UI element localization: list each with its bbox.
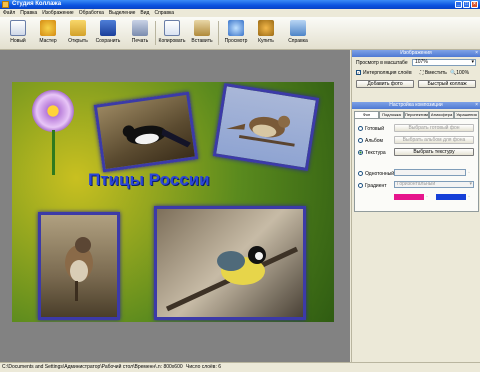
new-button[interactable]: Новый (4, 19, 32, 49)
new-document-icon (10, 20, 26, 36)
gradient-radio[interactable]: Градиент (358, 183, 387, 189)
collage-title[interactable]: Птицы России (88, 170, 210, 190)
sparrow-image (65, 237, 93, 301)
checkbox-checked-icon: ✓ (356, 70, 361, 76)
open-button[interactable]: Открыть (64, 19, 92, 49)
wizard-button[interactable]: Мастер (34, 19, 62, 49)
solid-color-field[interactable] (394, 169, 466, 176)
status-bar: C:\Documents and Settings\Администратор\… (0, 362, 480, 372)
photo-magpie[interactable] (93, 91, 199, 173)
tab-decorations[interactable]: Украшения (454, 111, 479, 118)
close-button[interactable]: × (471, 1, 478, 8)
copy-button[interactable]: Копировать (158, 19, 186, 49)
menu-process[interactable]: Обработка (79, 9, 104, 17)
album-radio[interactable]: Альбом (358, 138, 383, 144)
toolbar-separator (155, 21, 156, 45)
copy-icon (164, 20, 180, 36)
help-button[interactable]: Справка (284, 19, 312, 49)
menu-file[interactable]: Файл (3, 9, 15, 17)
menu-view[interactable]: Вид (140, 9, 149, 17)
save-button[interactable]: Сохранить (94, 19, 122, 49)
tab-background[interactable]: Фон (354, 111, 379, 118)
right-panel: Изображения × Просмотр в масштабе 107% ▾… (351, 50, 480, 362)
flower-stem (52, 130, 55, 175)
close-icon[interactable]: × (475, 50, 478, 57)
scale-select[interactable]: 107% ▾ (412, 59, 476, 66)
minimize-button[interactable]: _ (455, 1, 462, 8)
help-book-icon (290, 20, 306, 36)
window-title: Студия Коллажа (12, 1, 62, 7)
wizard-wand-icon (40, 20, 56, 36)
radio-selected-icon (358, 150, 363, 156)
buy-cart-icon (258, 20, 274, 36)
interpolate-checkbox[interactable]: ✓ Интерполяция слоёв (356, 70, 412, 76)
buy-button[interactable]: Купить (252, 19, 280, 49)
menu-select[interactable]: Выделение (109, 9, 136, 17)
preview-magnifier-icon (228, 20, 244, 36)
choose-ready-button[interactable]: Выбрать готовый фон (394, 124, 474, 132)
menu-image[interactable]: Изображение (42, 9, 74, 17)
images-panel-header: Изображения × (352, 50, 480, 57)
collage-canvas[interactable]: Птицы России (12, 82, 334, 322)
clipboard-paste-icon (194, 20, 210, 36)
status-layers: Число слоёв: 6 (186, 364, 222, 370)
toolbar: Новый Мастер Открыть Сохранить Печать Ко… (0, 17, 480, 50)
gradient-type-select[interactable]: Горизонтальный ▾ (394, 181, 474, 188)
status-path: C:\Documents and Settings\Администратор\… (2, 364, 183, 370)
choose-album-button[interactable]: Выбрать альбом для фона (394, 136, 474, 144)
texture-radio[interactable]: Текстура (358, 150, 386, 156)
tab-atmosphere[interactable]: Атмосфера (429, 111, 454, 118)
floppy-disk-icon (100, 20, 116, 36)
maximize-button[interactable]: □ (463, 1, 470, 8)
zoom-100-button[interactable]: 🔍100% (450, 70, 469, 76)
menu-edit[interactable]: Правка (20, 9, 37, 17)
chevron-down-icon: ▾ (469, 181, 472, 187)
fit-button[interactable]: ⛶ Вместить (420, 70, 447, 76)
gradient-color-2-swatch[interactable] (436, 194, 466, 200)
ready-radio[interactable]: Готовый (358, 126, 384, 132)
radio-icon (358, 138, 363, 144)
preview-button[interactable]: Просмотр (222, 19, 250, 49)
paste-button[interactable]: Вставить (188, 19, 216, 49)
photo-sparrow[interactable] (38, 212, 120, 320)
close-icon[interactable]: × (475, 102, 478, 109)
flower-decoration (32, 90, 74, 132)
radio-icon (358, 171, 363, 177)
radio-icon (358, 183, 363, 189)
tab-perspective[interactable]: Перспектива (404, 111, 429, 118)
toolbar-separator (218, 21, 219, 45)
composition-tabs: Фон Подложка Перспектива Атмосфера Украш… (354, 111, 479, 118)
menu-bar: Файл Правка Изображение Обработка Выделе… (0, 9, 480, 17)
choose-texture-button[interactable]: Выбрать текстуру (394, 148, 474, 156)
add-photo-button[interactable]: Добавить фото (356, 80, 414, 88)
color-picker-icon[interactable]: ◦ (426, 194, 428, 200)
quick-collage-button[interactable]: Быстрый коллаж (418, 80, 476, 88)
chevron-down-icon: ▾ (471, 59, 474, 65)
gradient-color-1-swatch[interactable] (394, 194, 424, 200)
photo-great-tit[interactable] (154, 206, 306, 320)
tab-substrate[interactable]: Подложка (379, 111, 404, 118)
canvas-area[interactable]: Птицы России (0, 50, 350, 362)
title-bar: Студия Коллажа _ □ × (0, 0, 480, 9)
great-tit-image (165, 246, 299, 312)
photo-lark[interactable] (212, 82, 320, 172)
app-icon (2, 1, 9, 8)
scale-label: Просмотр в масштабе (356, 60, 408, 66)
solid-radio[interactable]: Однотонный (358, 171, 394, 177)
color-picker-icon[interactable]: ◦ (468, 170, 470, 176)
composition-panel-header: Настройка композиции × (352, 102, 480, 109)
printer-icon (132, 20, 148, 36)
magpie-image (122, 125, 191, 148)
fit-icon: ⛶ (420, 70, 424, 76)
lark-image (226, 115, 295, 147)
menu-help[interactable]: Справка (154, 9, 174, 17)
folder-open-icon (70, 20, 86, 36)
print-button[interactable]: Печать (126, 19, 154, 49)
color-picker-icon[interactable]: ◦ (468, 194, 470, 200)
radio-icon (358, 126, 363, 132)
